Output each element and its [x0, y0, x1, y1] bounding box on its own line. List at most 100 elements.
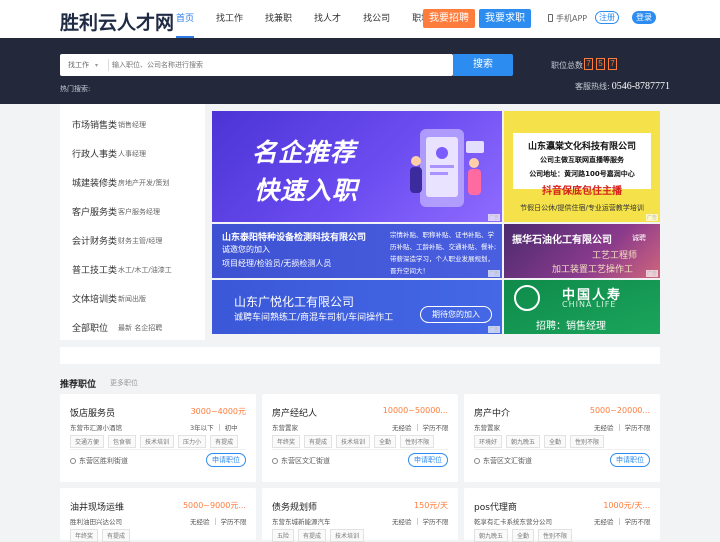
banner-headline: 名企推荐	[252, 138, 357, 167]
register-button[interactable]: 注册	[595, 11, 619, 24]
job-company[interactable]: 东营置家	[474, 422, 500, 432]
category-sub[interactable]: 水工/木工/油漆工	[118, 265, 172, 275]
card-divider	[272, 449, 448, 450]
banner-china-life[interactable]: 中国人寿 CHINA LIFE 招聘：销售经理	[504, 280, 660, 334]
job-tag: 交通方便	[70, 435, 105, 448]
category-menu: 市场销售类 销售经理 行政人事类 人事经理 城建装修类 房地产开发/策划 客户服务类客…	[60, 104, 205, 340]
category-item[interactable]: 客户服务类 客户服务经理	[60, 197, 205, 226]
job-tags: 年终奖 有提成	[70, 529, 134, 542]
nav-part-time[interactable]: 找兼职	[265, 0, 292, 38]
job-tag: 有提成	[210, 435, 239, 448]
job-experience: 无经验	[594, 518, 614, 526]
job-tag: 有提成	[298, 529, 327, 542]
china-life-logo-icon	[514, 285, 540, 311]
job-card[interactable]: 油井现场运维 5000~9000元... 胜利油田兴达公司 无经验 学历不限 年终…	[60, 488, 256, 542]
search-button[interactable]: 搜索	[453, 54, 513, 76]
category-main[interactable]: 行政人事类	[72, 147, 118, 160]
banner-taiyang[interactable]: 山东泰阳特种设备检测科技有限公司 诚邀您的加入 项目经理/检验员/无损检测人员 …	[212, 224, 502, 278]
nav-find-talent[interactable]: 找人才	[314, 0, 341, 38]
job-company[interactable]: 乾享有汇卡系统东营分公司	[474, 516, 552, 526]
job-seek-button[interactable]: 我要求职	[479, 9, 531, 28]
category-main[interactable]: 市场销售类	[72, 118, 118, 131]
mobile-app-link[interactable]: 手机APP	[548, 13, 587, 24]
job-title[interactable]: 债务规划师	[272, 500, 317, 513]
job-title[interactable]: 油井现场运维	[70, 500, 124, 513]
total-digit: 7	[584, 58, 593, 70]
banner-famous-company[interactable]: 名企推荐 快速入职 广告	[212, 111, 502, 222]
category-main[interactable]: 全部职位	[72, 321, 118, 334]
job-education: 学历不限	[422, 518, 449, 526]
apply-button[interactable]: 申请职位	[206, 453, 246, 467]
category-main[interactable]: 文体培训类	[72, 292, 118, 305]
category-sub[interactable]: 销售经理	[118, 120, 146, 130]
job-salary: 1000元/天...	[603, 501, 650, 510]
job-company[interactable]: 东营市汇源小酒馆	[70, 422, 122, 432]
category-sub[interactable]: 客户服务经理	[118, 207, 160, 217]
category-item[interactable]: 文体培训类 新闻出版	[60, 284, 205, 313]
people-phone-illustration	[410, 129, 484, 207]
category-sub[interactable]: 人事经理	[118, 149, 146, 159]
search-type-select[interactable]: 找工作 ▾	[68, 54, 98, 77]
job-title[interactable]: pos代理商	[474, 500, 517, 513]
job-card[interactable]: 房产经纪人 10000~50000... 东营置家 无经验 学历不限 年终奖 有提成…	[262, 394, 458, 482]
nav-find-company[interactable]: 找公司	[363, 0, 390, 38]
search-type-label: 找工作	[68, 61, 89, 69]
job-tags: 交通方便 包食宿 技术培训 压力小 有提成	[70, 435, 242, 448]
apply-button[interactable]: 申请职位	[610, 453, 650, 467]
banner-text: 工艺工程师	[592, 251, 638, 261]
job-salary: 10000~50000...	[382, 406, 448, 415]
phone-icon	[548, 14, 553, 22]
banner-guangyue[interactable]: 山东广悦化工有限公司 诚聘车间熟练工/商混车司机/车间操作工 期待您的加入 广告	[212, 280, 502, 334]
more-jobs-link[interactable]: 更多职位	[110, 378, 138, 388]
category-main[interactable]: 客户服务类	[72, 205, 118, 218]
nav-find-job[interactable]: 找工作	[216, 0, 243, 38]
recruit-button[interactable]: 我要招聘	[423, 9, 475, 28]
hot-search-label: 热门搜索:	[60, 85, 91, 93]
category-item[interactable]: 普工技工类 水工/木工/油漆工	[60, 255, 205, 284]
ad-tag: 广告	[645, 270, 658, 277]
category-sub[interactable]: 最新 名企招聘	[118, 323, 162, 333]
category-main[interactable]: 城建装修类	[72, 176, 118, 189]
banner-text: 项目经理/检验员/无损检测人员	[222, 259, 332, 268]
category-item[interactable]: 城建装修类 房地产开发/策划	[60, 168, 205, 197]
job-company[interactable]: 东营东城新能源汽车	[272, 516, 331, 526]
job-requirements: 无经验 学历不限	[190, 516, 247, 526]
job-tag: 技术培训	[336, 435, 371, 448]
category-item[interactable]: 会计财务类 财务主管/经理	[60, 226, 205, 255]
category-sub[interactable]: 财务主管/经理	[118, 236, 162, 246]
login-button[interactable]: 登录	[632, 11, 656, 24]
job-title[interactable]: 房产经纪人	[272, 406, 317, 419]
nav-home[interactable]: 首页	[176, 2, 195, 38]
job-tag: 技术培训	[140, 435, 175, 448]
job-requirements: 无经验 学历不限	[594, 422, 651, 432]
category-main[interactable]: 普工技工类	[72, 263, 118, 276]
job-location: 东营区胜利街道	[70, 456, 128, 466]
category-item[interactable]: 行政人事类 人事经理	[60, 139, 205, 168]
category-sub[interactable]: 新闻出版	[118, 294, 146, 304]
job-tag: 环境好	[474, 435, 503, 448]
job-title[interactable]: 房产中介	[474, 406, 510, 419]
apply-button[interactable]: 申请职位	[408, 453, 448, 467]
job-company[interactable]: 胜利油田兴达公司	[70, 516, 122, 526]
banner-headline: 快速入职	[254, 176, 359, 205]
job-card[interactable]: 房产中介 5000~20000... 东营置家 无经验 学历不限 环境好 朝九晚五全…	[464, 394, 660, 482]
job-education: 学历不限	[422, 424, 449, 432]
job-card[interactable]: 饭店服务员 3000~4000元 东营市汇源小酒馆 3年以下 初中 交通方便 包食宿…	[60, 394, 256, 482]
job-card[interactable]: pos代理商 1000元/天... 乾享有汇卡系统东营分公司 无经验 学历不限 朝…	[464, 488, 660, 542]
search-input[interactable]	[112, 54, 442, 76]
banner-yingtang[interactable]: 山东瀛棠文化科技有限公司 公司主做互联网直播等服务 公司地址：黄河路100号嘉润…	[504, 111, 660, 222]
category-sub[interactable]: 房地产开发/策划	[118, 178, 169, 188]
job-card[interactable]: 债务规划师 150元/天 东营东城新能源汽车 无经验 学历不限 五险 有提成 技术培训	[262, 488, 458, 542]
job-company[interactable]: 东营置家	[272, 422, 298, 432]
job-location-text: 东营区文汇街道	[483, 457, 532, 465]
banner-text: 公司主做互联网直播等服务	[540, 156, 624, 164]
banner-benefits: 宗情补贴、职称补贴、证书补贴、学历补贴、工龄补贴、交通补贴、餐补;带薪深造学习，…	[390, 231, 497, 275]
job-experience: 无经验	[190, 518, 210, 526]
chevron-down-icon: ▾	[95, 62, 99, 69]
job-title[interactable]: 饭店服务员	[70, 406, 115, 419]
site-logo[interactable]: 胜利云人才网	[60, 8, 174, 35]
category-main[interactable]: 会计财务类	[72, 234, 118, 247]
category-item[interactable]: 全部职位 最新 名企招聘	[60, 313, 205, 342]
banner-zhenhua[interactable]: 振华石油化工有限公司 诚聘 工艺工程师 加工装置工艺操作工 广告	[504, 224, 660, 278]
category-item[interactable]: 市场销售类 销售经理	[60, 110, 205, 139]
